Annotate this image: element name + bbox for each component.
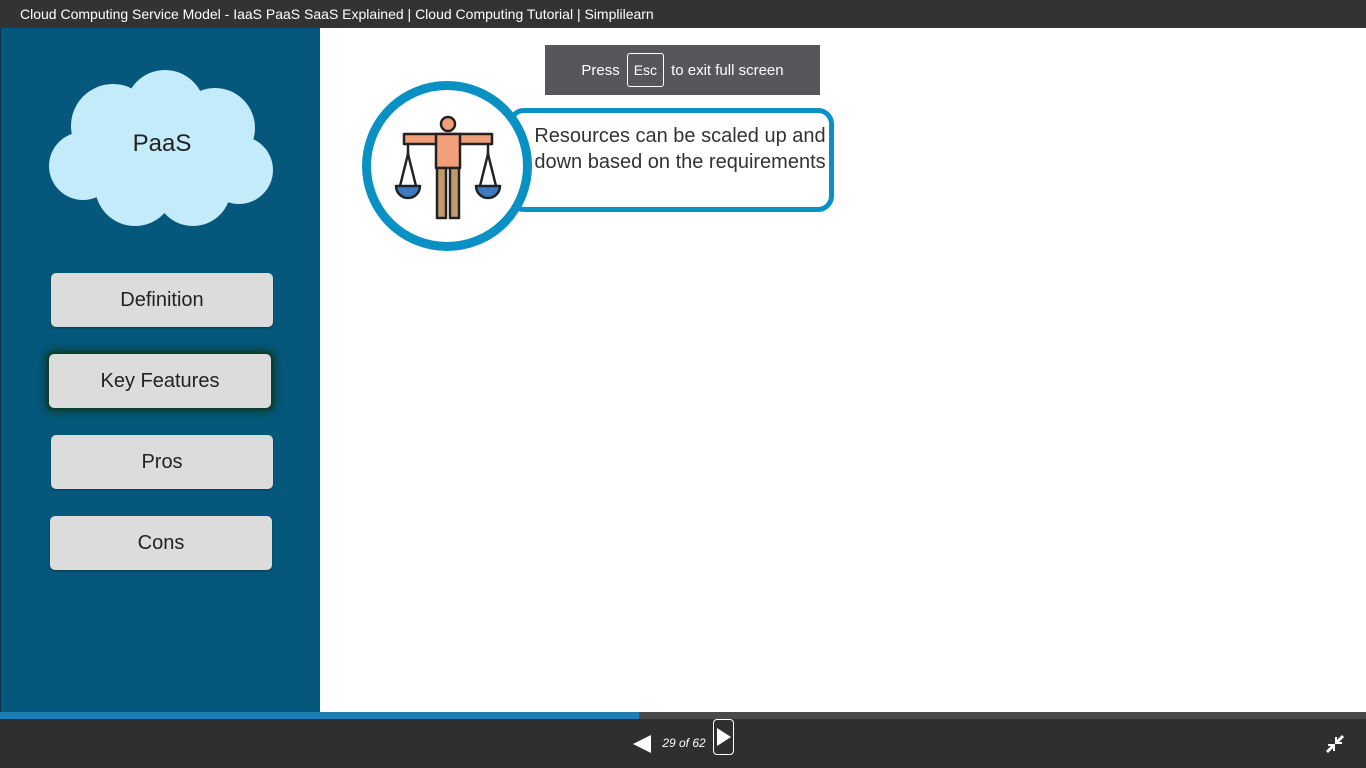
definition-button[interactable]: Definition	[51, 273, 273, 327]
fullscreen-exit-notice: Press Esc to exit full screen	[545, 45, 820, 95]
key-features-button[interactable]: Key Features	[49, 354, 271, 408]
prev-slide-button[interactable]	[631, 733, 653, 755]
player-controls: 29 of 62	[0, 719, 1366, 768]
cons-button[interactable]: Cons	[50, 516, 272, 570]
next-slide-button[interactable]	[713, 719, 734, 755]
page-indicator: 29 of 62	[662, 736, 706, 750]
progress-bar-fill	[0, 712, 640, 719]
progress-bar[interactable]	[0, 712, 1366, 719]
notice-suffix-text: to exit full screen	[671, 61, 784, 79]
cloud-label-paas: PaaS	[132, 130, 192, 157]
notice-press-text: Press	[581, 61, 620, 79]
next-triangle-icon	[716, 728, 731, 746]
pros-button[interactable]: Pros	[51, 435, 273, 489]
slide-stage: PaaS Definition Key Features Pros Cons R…	[0, 28, 1366, 712]
esc-key-badge: Esc	[626, 53, 665, 87]
feature-text: Resources can be scaled up and down base…	[534, 125, 826, 173]
prev-triangle-icon	[633, 735, 651, 753]
balance-scale-person-icon	[394, 115, 502, 220]
window-title: Cloud Computing Service Model - IaaS Paa…	[0, 0, 1366, 28]
sidebar: PaaS Definition Key Features Pros Cons	[0, 28, 320, 712]
exit-fullscreen-icon[interactable]	[1326, 735, 1344, 753]
